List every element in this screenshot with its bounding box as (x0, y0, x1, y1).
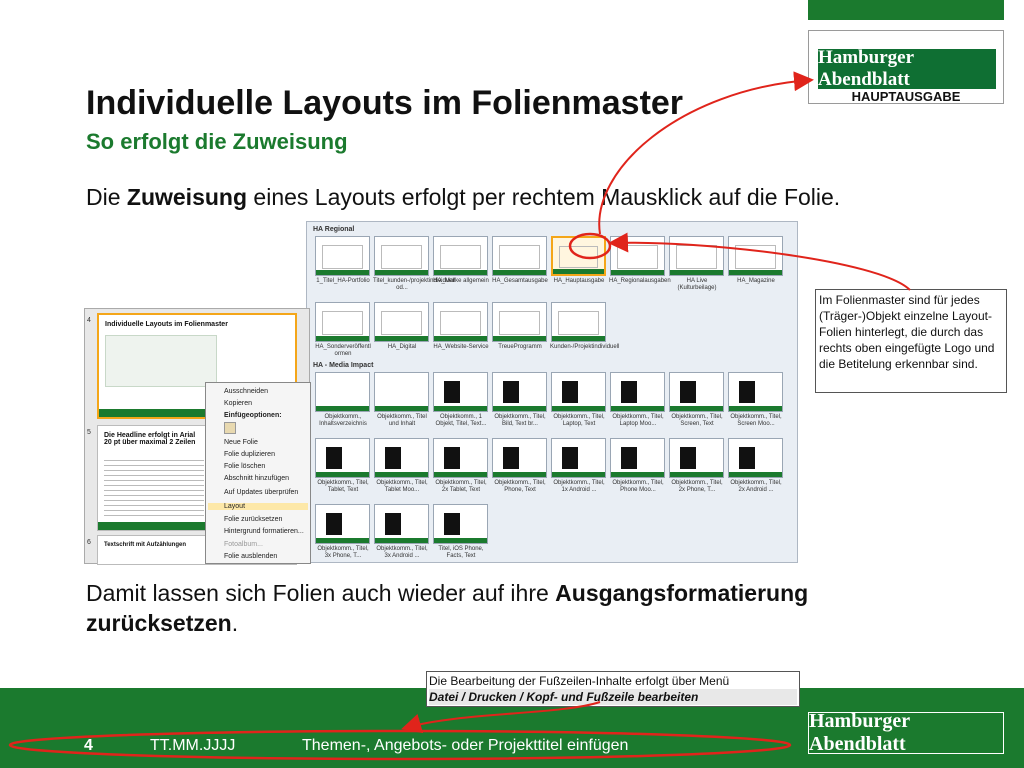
footer-highlight-circle (8, 729, 792, 761)
arrow-from-callout (608, 232, 911, 291)
selection-highlight-circle (568, 232, 612, 260)
arrow-to-footer (401, 701, 601, 734)
arrow-to-logo (598, 71, 814, 235)
annotation-overlay (8, 71, 911, 761)
